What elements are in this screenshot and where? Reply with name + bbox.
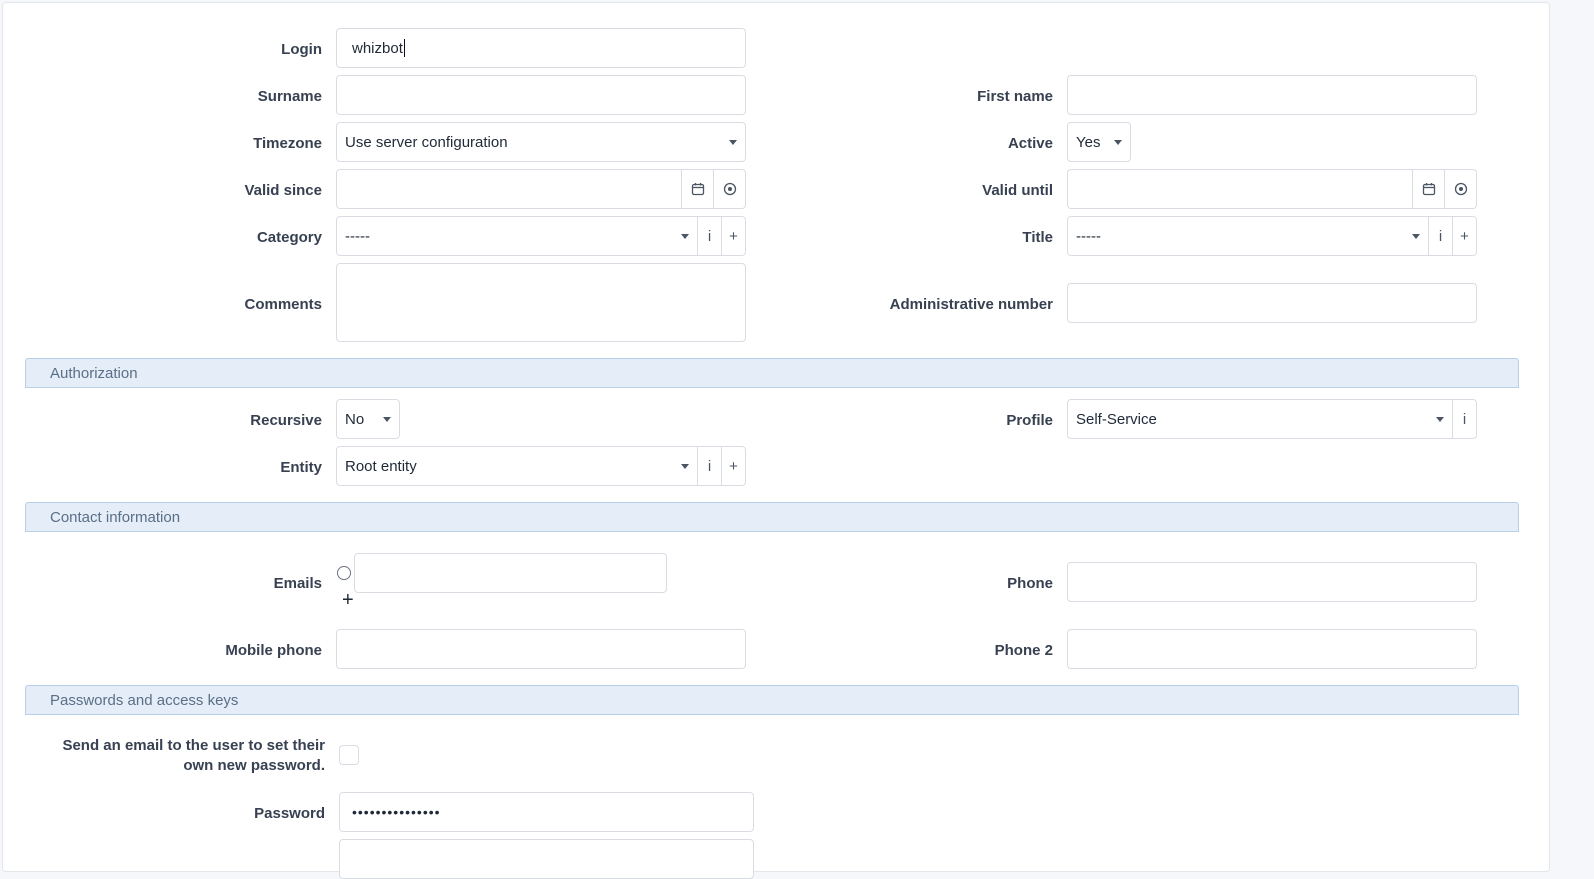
calendar-icon[interactable] bbox=[1413, 169, 1445, 209]
profile-select[interactable]: Self-Service bbox=[1067, 399, 1453, 439]
chevron-down-icon bbox=[729, 139, 737, 145]
title-label: Title bbox=[1022, 229, 1053, 246]
login-input[interactable]: whizbot bbox=[336, 28, 746, 68]
chevron-down-icon bbox=[1412, 233, 1420, 239]
clear-icon[interactable] bbox=[1445, 169, 1477, 209]
email-input[interactable] bbox=[354, 553, 667, 593]
emails-label: Emails bbox=[273, 575, 322, 592]
section-contact-information: Contact information bbox=[25, 502, 1519, 532]
section-passwords-title: Passwords and access keys bbox=[50, 691, 239, 709]
chevron-down-icon bbox=[681, 463, 689, 469]
chevron-down-icon bbox=[681, 233, 689, 239]
section-contact-title: Contact information bbox=[50, 508, 181, 526]
active-value: Yes bbox=[1076, 133, 1101, 151]
surname-label: Surname bbox=[257, 88, 322, 105]
add-icon[interactable]: + bbox=[722, 446, 746, 486]
add-icon[interactable]: + bbox=[1453, 216, 1477, 256]
entity-label: Entity bbox=[280, 459, 322, 476]
valid-since-label: Valid since bbox=[244, 182, 322, 199]
timezone-select[interactable]: Use server configuration bbox=[336, 122, 746, 162]
add-icon[interactable]: + bbox=[722, 216, 746, 256]
phone2-input[interactable] bbox=[1067, 629, 1477, 669]
section-authorization: Authorization bbox=[25, 358, 1519, 388]
timezone-label: Timezone bbox=[253, 135, 322, 152]
recursive-value: No bbox=[345, 410, 365, 428]
phone-label: Phone bbox=[1007, 575, 1053, 592]
entity-select[interactable]: Root entity bbox=[336, 446, 698, 486]
phone-input[interactable] bbox=[1067, 562, 1477, 602]
login-value: whizbot bbox=[352, 39, 403, 57]
password-input[interactable]: ••••••••••••••• bbox=[339, 792, 754, 832]
password-label: Password bbox=[254, 805, 325, 822]
profile-value: Self-Service bbox=[1076, 410, 1157, 428]
password-confirm-input[interactable] bbox=[339, 839, 754, 879]
clear-icon[interactable] bbox=[714, 169, 746, 209]
add-email-icon[interactable]: + bbox=[342, 590, 354, 610]
mobile-phone-label: Mobile phone bbox=[225, 642, 322, 659]
mobile-phone-input[interactable] bbox=[336, 629, 746, 669]
comments-textarea[interactable] bbox=[336, 263, 746, 342]
active-label: Active bbox=[1007, 135, 1053, 152]
category-group: ----- i + bbox=[336, 216, 746, 256]
entity-value: Root entity bbox=[345, 457, 417, 475]
calendar-icon[interactable] bbox=[682, 169, 714, 209]
user-form-card: Login whizbot Surname First name Timezon… bbox=[2, 2, 1550, 879]
default-email-radio[interactable] bbox=[337, 566, 351, 580]
first-name-input[interactable] bbox=[1067, 75, 1477, 115]
login-label: Login bbox=[281, 41, 322, 58]
entity-group: Root entity i + bbox=[336, 446, 746, 486]
title-select[interactable]: ----- bbox=[1067, 216, 1429, 256]
timezone-value: Use server configuration bbox=[345, 133, 508, 151]
surname-input[interactable] bbox=[336, 75, 746, 115]
active-select[interactable]: Yes bbox=[1067, 122, 1131, 162]
first-name-label: First name bbox=[977, 88, 1053, 105]
profile-group: Self-Service i bbox=[1067, 399, 1477, 439]
category-label: Category bbox=[256, 229, 322, 246]
section-passwords: Passwords and access keys bbox=[25, 685, 1519, 715]
info-icon[interactable]: i bbox=[698, 216, 722, 256]
title-value: ----- bbox=[1076, 227, 1101, 245]
info-icon[interactable]: i bbox=[1429, 216, 1453, 256]
password-value: ••••••••••••••• bbox=[352, 804, 441, 820]
comments-label: Comments bbox=[244, 296, 322, 313]
category-select[interactable]: ----- bbox=[336, 216, 698, 256]
info-icon[interactable]: i bbox=[1453, 399, 1477, 439]
recursive-label: Recursive bbox=[250, 412, 322, 429]
profile-label: Profile bbox=[1006, 412, 1053, 429]
recursive-select[interactable]: No bbox=[336, 399, 400, 439]
administrative-number-label: Administrative number bbox=[889, 296, 1053, 313]
valid-until-group bbox=[1067, 169, 1477, 209]
send-email-label: Send an email to the user to set their o… bbox=[62, 737, 325, 774]
valid-until-label: Valid until bbox=[982, 182, 1053, 199]
valid-until-input[interactable] bbox=[1067, 169, 1413, 209]
title-group: ----- i + bbox=[1067, 216, 1477, 256]
send-email-checkbox[interactable] bbox=[339, 745, 359, 765]
chevron-down-icon bbox=[1114, 139, 1122, 145]
chevron-down-icon bbox=[383, 416, 391, 422]
info-icon[interactable]: i bbox=[698, 446, 722, 486]
chevron-down-icon bbox=[1436, 416, 1444, 422]
valid-since-group bbox=[336, 169, 746, 209]
text-cursor bbox=[403, 39, 405, 57]
administrative-number-input[interactable] bbox=[1067, 283, 1477, 323]
phone2-label: Phone 2 bbox=[994, 642, 1053, 659]
section-authorization-title: Authorization bbox=[50, 364, 138, 382]
valid-since-input[interactable] bbox=[336, 169, 682, 209]
category-value: ----- bbox=[345, 227, 370, 245]
